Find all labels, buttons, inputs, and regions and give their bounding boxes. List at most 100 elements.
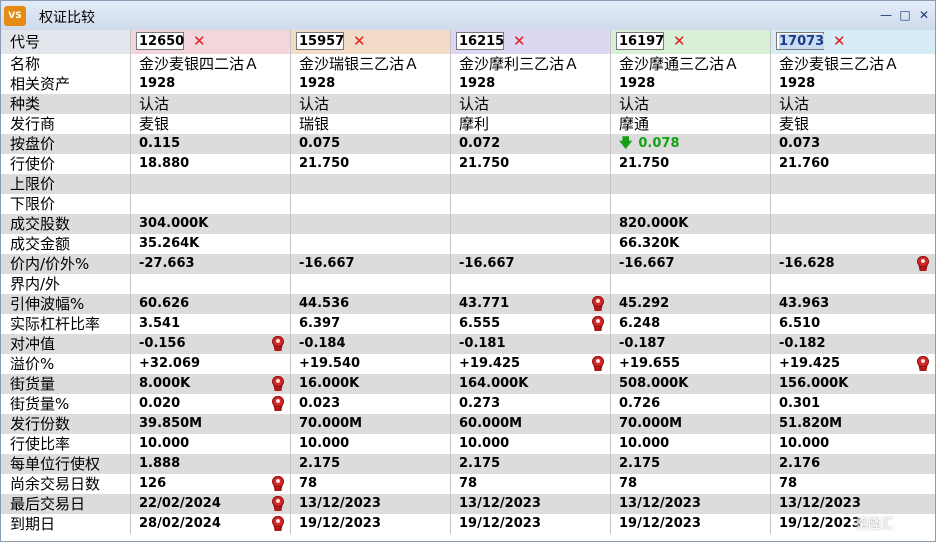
value-cell: 78 xyxy=(771,474,935,494)
value-cell: 3.541 xyxy=(131,314,291,334)
remove-icon[interactable]: ✕ xyxy=(193,32,206,50)
value-cell: 6.510 xyxy=(771,314,935,334)
value-cell: 60.000M xyxy=(451,414,611,434)
cell-value: 0.273 xyxy=(459,396,501,411)
value-cell: -27.663 xyxy=(131,254,291,274)
value-cell xyxy=(771,194,935,214)
row-label: 实际杠杆比率 xyxy=(1,314,131,334)
value-cell: 瑞银 xyxy=(291,114,451,134)
value-cell: 认沽 xyxy=(131,94,291,114)
value-cell xyxy=(291,274,451,294)
cell-value: 13/12/2023 xyxy=(779,496,861,511)
row-label: 每单位行使权 xyxy=(1,454,131,474)
row-label: 相关资产 xyxy=(1,74,131,94)
close-button[interactable]: ✕ xyxy=(917,9,931,21)
cell-value: 1928 xyxy=(619,76,656,91)
table-row: 到期日 28/02/2024 19/12/2023 19/12/2023 19/12/2… xyxy=(1,514,935,534)
award-ribbon-icon xyxy=(272,396,284,411)
code-input[interactable]: 15957 xyxy=(296,32,344,50)
code-input[interactable]: 16197 xyxy=(616,32,664,50)
table-row: 最后交易日 22/02/2024 13/12/2023 13/12/2023 13/12… xyxy=(1,494,935,514)
code-column-5: 17073 ✕ xyxy=(771,30,935,54)
cell-value: 认沽 xyxy=(779,95,810,113)
value-cell: 8.000K xyxy=(131,374,291,394)
value-cell xyxy=(451,174,611,194)
cell-value: 金沙瑞银三乙沽Ａ xyxy=(299,55,420,73)
value-cell: 2.175 xyxy=(611,454,771,474)
cell-value: 认沽 xyxy=(139,95,170,113)
code-column-1: 12650 ✕ xyxy=(131,30,291,54)
table-row: 名称 金沙麦银四二沽Ａ 金沙瑞银三乙沽Ａ 金沙摩利三乙沽Ａ 金沙摩通三乙沽Ａ 金沙麦银三乙… xyxy=(1,54,935,74)
code-input[interactable]: 12650 xyxy=(136,32,184,50)
value-cell: 21.750 xyxy=(451,154,611,174)
value-cell: -16.667 xyxy=(291,254,451,274)
value-cell: 51.820M xyxy=(771,414,935,434)
cell-value: 2.175 xyxy=(459,456,501,471)
value-cell: +19.425 xyxy=(771,354,935,374)
remove-icon[interactable]: ✕ xyxy=(673,32,686,50)
code-input-selected[interactable]: 17073 xyxy=(776,32,825,50)
cell-value: 金沙摩利三乙沽Ａ xyxy=(459,55,580,73)
remove-icon[interactable]: ✕ xyxy=(833,32,846,50)
value-cell: 0.726 xyxy=(611,394,771,414)
table-row: 界内/外 xyxy=(1,274,935,294)
cell-value: 820.000K xyxy=(619,216,689,231)
cell-value: 16.000K xyxy=(299,376,360,391)
code-input-text: 17073 xyxy=(779,34,825,49)
value-cell xyxy=(771,174,935,194)
value-cell: 认沽 xyxy=(611,94,771,114)
cell-value: -0.182 xyxy=(779,336,826,351)
cell-value: 18.880 xyxy=(139,156,190,171)
row-label: 成交股数 xyxy=(1,214,131,234)
award-ribbon-icon xyxy=(917,356,929,371)
award-ribbon-icon xyxy=(272,336,284,351)
value-cell: 麦银 xyxy=(771,114,935,134)
maximize-button[interactable]: □ xyxy=(898,9,912,21)
cell-value: -0.156 xyxy=(139,336,186,351)
table-row: 成交金额 35.264K 66.320K xyxy=(1,234,935,254)
cell-value: 19/12/2023 xyxy=(299,516,381,531)
cell-value: 66.320K xyxy=(619,236,680,251)
value-cell: 1928 xyxy=(291,74,451,94)
remove-icon[interactable]: ✕ xyxy=(353,32,366,50)
cell-value: -0.181 xyxy=(459,336,506,351)
value-cell: 0.115 xyxy=(131,134,291,154)
cell-value: 1928 xyxy=(299,76,336,91)
value-cell: 1.888 xyxy=(131,454,291,474)
row-label: 发行商 xyxy=(1,114,131,134)
award-ribbon-icon xyxy=(592,296,604,311)
cell-value: 0.075 xyxy=(299,136,341,151)
value-cell: 金沙瑞银三乙沽Ａ xyxy=(291,54,451,74)
table-row: 对冲值 -0.156 -0.184 -0.181 -0.187 -0.182 xyxy=(1,334,935,354)
value-cell: 0.073 xyxy=(771,134,935,154)
value-cell xyxy=(131,174,291,194)
cell-value: 10.000 xyxy=(139,436,190,451)
remove-icon[interactable]: ✕ xyxy=(513,32,526,50)
row-label: 引伸波幅% xyxy=(1,294,131,314)
value-cell: 10.000 xyxy=(611,434,771,454)
value-cell: 70.000M xyxy=(611,414,771,434)
value-cell: 0.020 xyxy=(131,394,291,414)
cell-value: 金沙麦银三乙沽Ａ xyxy=(779,55,900,73)
cell-value: -0.184 xyxy=(299,336,346,351)
value-cell: 认沽 xyxy=(771,94,935,114)
row-label: 发行份数 xyxy=(1,414,131,434)
row-label: 上限价 xyxy=(1,174,131,194)
value-cell: 21.760 xyxy=(771,154,935,174)
table-row: 街货量% 0.020 0.023 0.273 0.726 0.301 xyxy=(1,394,935,414)
row-label: 行使价 xyxy=(1,154,131,174)
code-input[interactable]: 16215 xyxy=(456,32,504,50)
value-cell: +19.655 xyxy=(611,354,771,374)
value-cell: 70.000M xyxy=(291,414,451,434)
table-row: 实际杠杆比率 3.541 6.397 6.555 6.248 6.510 xyxy=(1,314,935,334)
cell-value: 21.750 xyxy=(459,156,510,171)
value-cell: 1928 xyxy=(611,74,771,94)
cell-value: 156.000K xyxy=(779,376,849,391)
value-cell: 19/12/2023 xyxy=(611,514,771,534)
cell-value: 508.000K xyxy=(619,376,689,391)
minimize-button[interactable]: — xyxy=(879,9,893,21)
cell-value: 6.397 xyxy=(299,316,341,331)
row-label: 按盘价 xyxy=(1,134,131,154)
value-cell: 6.397 xyxy=(291,314,451,334)
cell-value: 1.888 xyxy=(139,456,181,471)
